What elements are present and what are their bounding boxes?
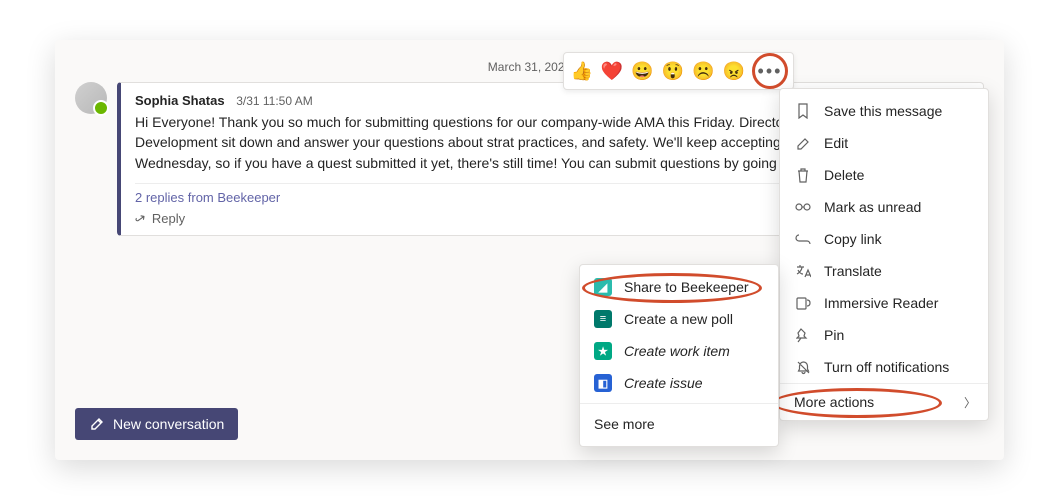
- reader-icon: [794, 294, 812, 312]
- reaction-sad[interactable]: ☹️: [692, 61, 714, 82]
- menu-immersive-reader[interactable]: Immersive Reader: [780, 287, 988, 319]
- reaction-heart[interactable]: ❤️: [601, 61, 623, 82]
- reaction-like[interactable]: 👍: [570, 61, 592, 82]
- submenu-create-work-item[interactable]: ★ Create work item: [580, 335, 778, 367]
- reply-icon: ↩: [131, 209, 149, 228]
- submenu-label: Create a new poll: [624, 311, 733, 327]
- menu-label: Turn off notifications: [824, 359, 949, 375]
- reaction-bar: 👍 ❤️ 😀 😲 ☹️ 😠 •••: [563, 52, 794, 90]
- teams-channel-view: March 31, 2021 Sophia Shatas 3/31 11:50 …: [55, 40, 1004, 460]
- more-actions-label: More actions: [794, 394, 874, 410]
- menu-label: Save this message: [824, 103, 942, 119]
- submenu-label: Share to Beekeeper: [624, 279, 749, 295]
- reply-label: Reply: [152, 211, 185, 226]
- menu-label: Mark as unread: [824, 199, 921, 215]
- avatar[interactable]: [75, 82, 107, 114]
- menu-copy-link[interactable]: Copy link: [780, 223, 988, 255]
- reaction-angry[interactable]: 😠: [723, 61, 745, 82]
- menu-label: Copy link: [824, 231, 882, 247]
- submenu-create-issue[interactable]: ◧ Create issue: [580, 367, 778, 399]
- poll-app-icon: ≡: [594, 310, 612, 328]
- pencil-icon: [794, 134, 812, 152]
- trash-icon: [794, 166, 812, 184]
- menu-label: Immersive Reader: [824, 295, 938, 311]
- new-conversation-button[interactable]: New conversation: [75, 408, 238, 440]
- beekeeper-app-icon: ◢: [594, 278, 612, 296]
- translate-icon: [794, 262, 812, 280]
- chevron-right-icon: 〉: [964, 394, 976, 411]
- submenu-label: Create issue: [624, 375, 703, 391]
- menu-edit[interactable]: Edit: [780, 127, 988, 159]
- menu-mark-unread[interactable]: Mark as unread: [780, 191, 988, 223]
- bell-off-icon: [794, 358, 812, 376]
- menu-label: Edit: [824, 135, 848, 151]
- glasses-icon: [794, 198, 812, 216]
- compose-icon: [89, 416, 105, 432]
- menu-more-actions[interactable]: More actions 〉: [780, 383, 988, 420]
- menu-label: Translate: [824, 263, 882, 279]
- work-app-icon: ★: [594, 342, 612, 360]
- reaction-laugh[interactable]: 😀: [631, 61, 653, 82]
- reaction-surprised[interactable]: 😲: [662, 61, 684, 82]
- menu-delete[interactable]: Delete: [780, 159, 988, 191]
- link-icon: [794, 230, 812, 248]
- pin-icon: [794, 326, 812, 344]
- more-actions-submenu: ◢ Share to Beekeeper ≡ Create a new poll…: [579, 264, 779, 447]
- menu-pin[interactable]: Pin: [780, 319, 988, 351]
- bookmark-icon: [794, 102, 812, 120]
- message-context-menu: Save this message Edit Delete Mark as un…: [779, 88, 989, 421]
- menu-separator: [580, 403, 778, 404]
- menu-turn-off-notifications[interactable]: Turn off notifications: [780, 351, 988, 383]
- menu-label: Pin: [824, 327, 844, 343]
- issue-app-icon: ◧: [594, 374, 612, 392]
- message-timestamp: 3/31 11:50 AM: [236, 94, 313, 108]
- submenu-create-poll[interactable]: ≡ Create a new poll: [580, 303, 778, 335]
- date-separator: March 31, 2021: [75, 60, 984, 74]
- menu-translate[interactable]: Translate: [780, 255, 988, 287]
- submenu-see-more[interactable]: See more: [580, 408, 778, 440]
- message-author[interactable]: Sophia Shatas: [135, 93, 225, 108]
- new-conversation-label: New conversation: [113, 416, 224, 432]
- menu-save-message[interactable]: Save this message: [780, 95, 988, 127]
- menu-label: Delete: [824, 167, 864, 183]
- submenu-share-beekeeper[interactable]: ◢ Share to Beekeeper: [580, 271, 778, 303]
- submenu-label: Create work item: [624, 343, 730, 359]
- more-options-button[interactable]: •••: [758, 61, 783, 82]
